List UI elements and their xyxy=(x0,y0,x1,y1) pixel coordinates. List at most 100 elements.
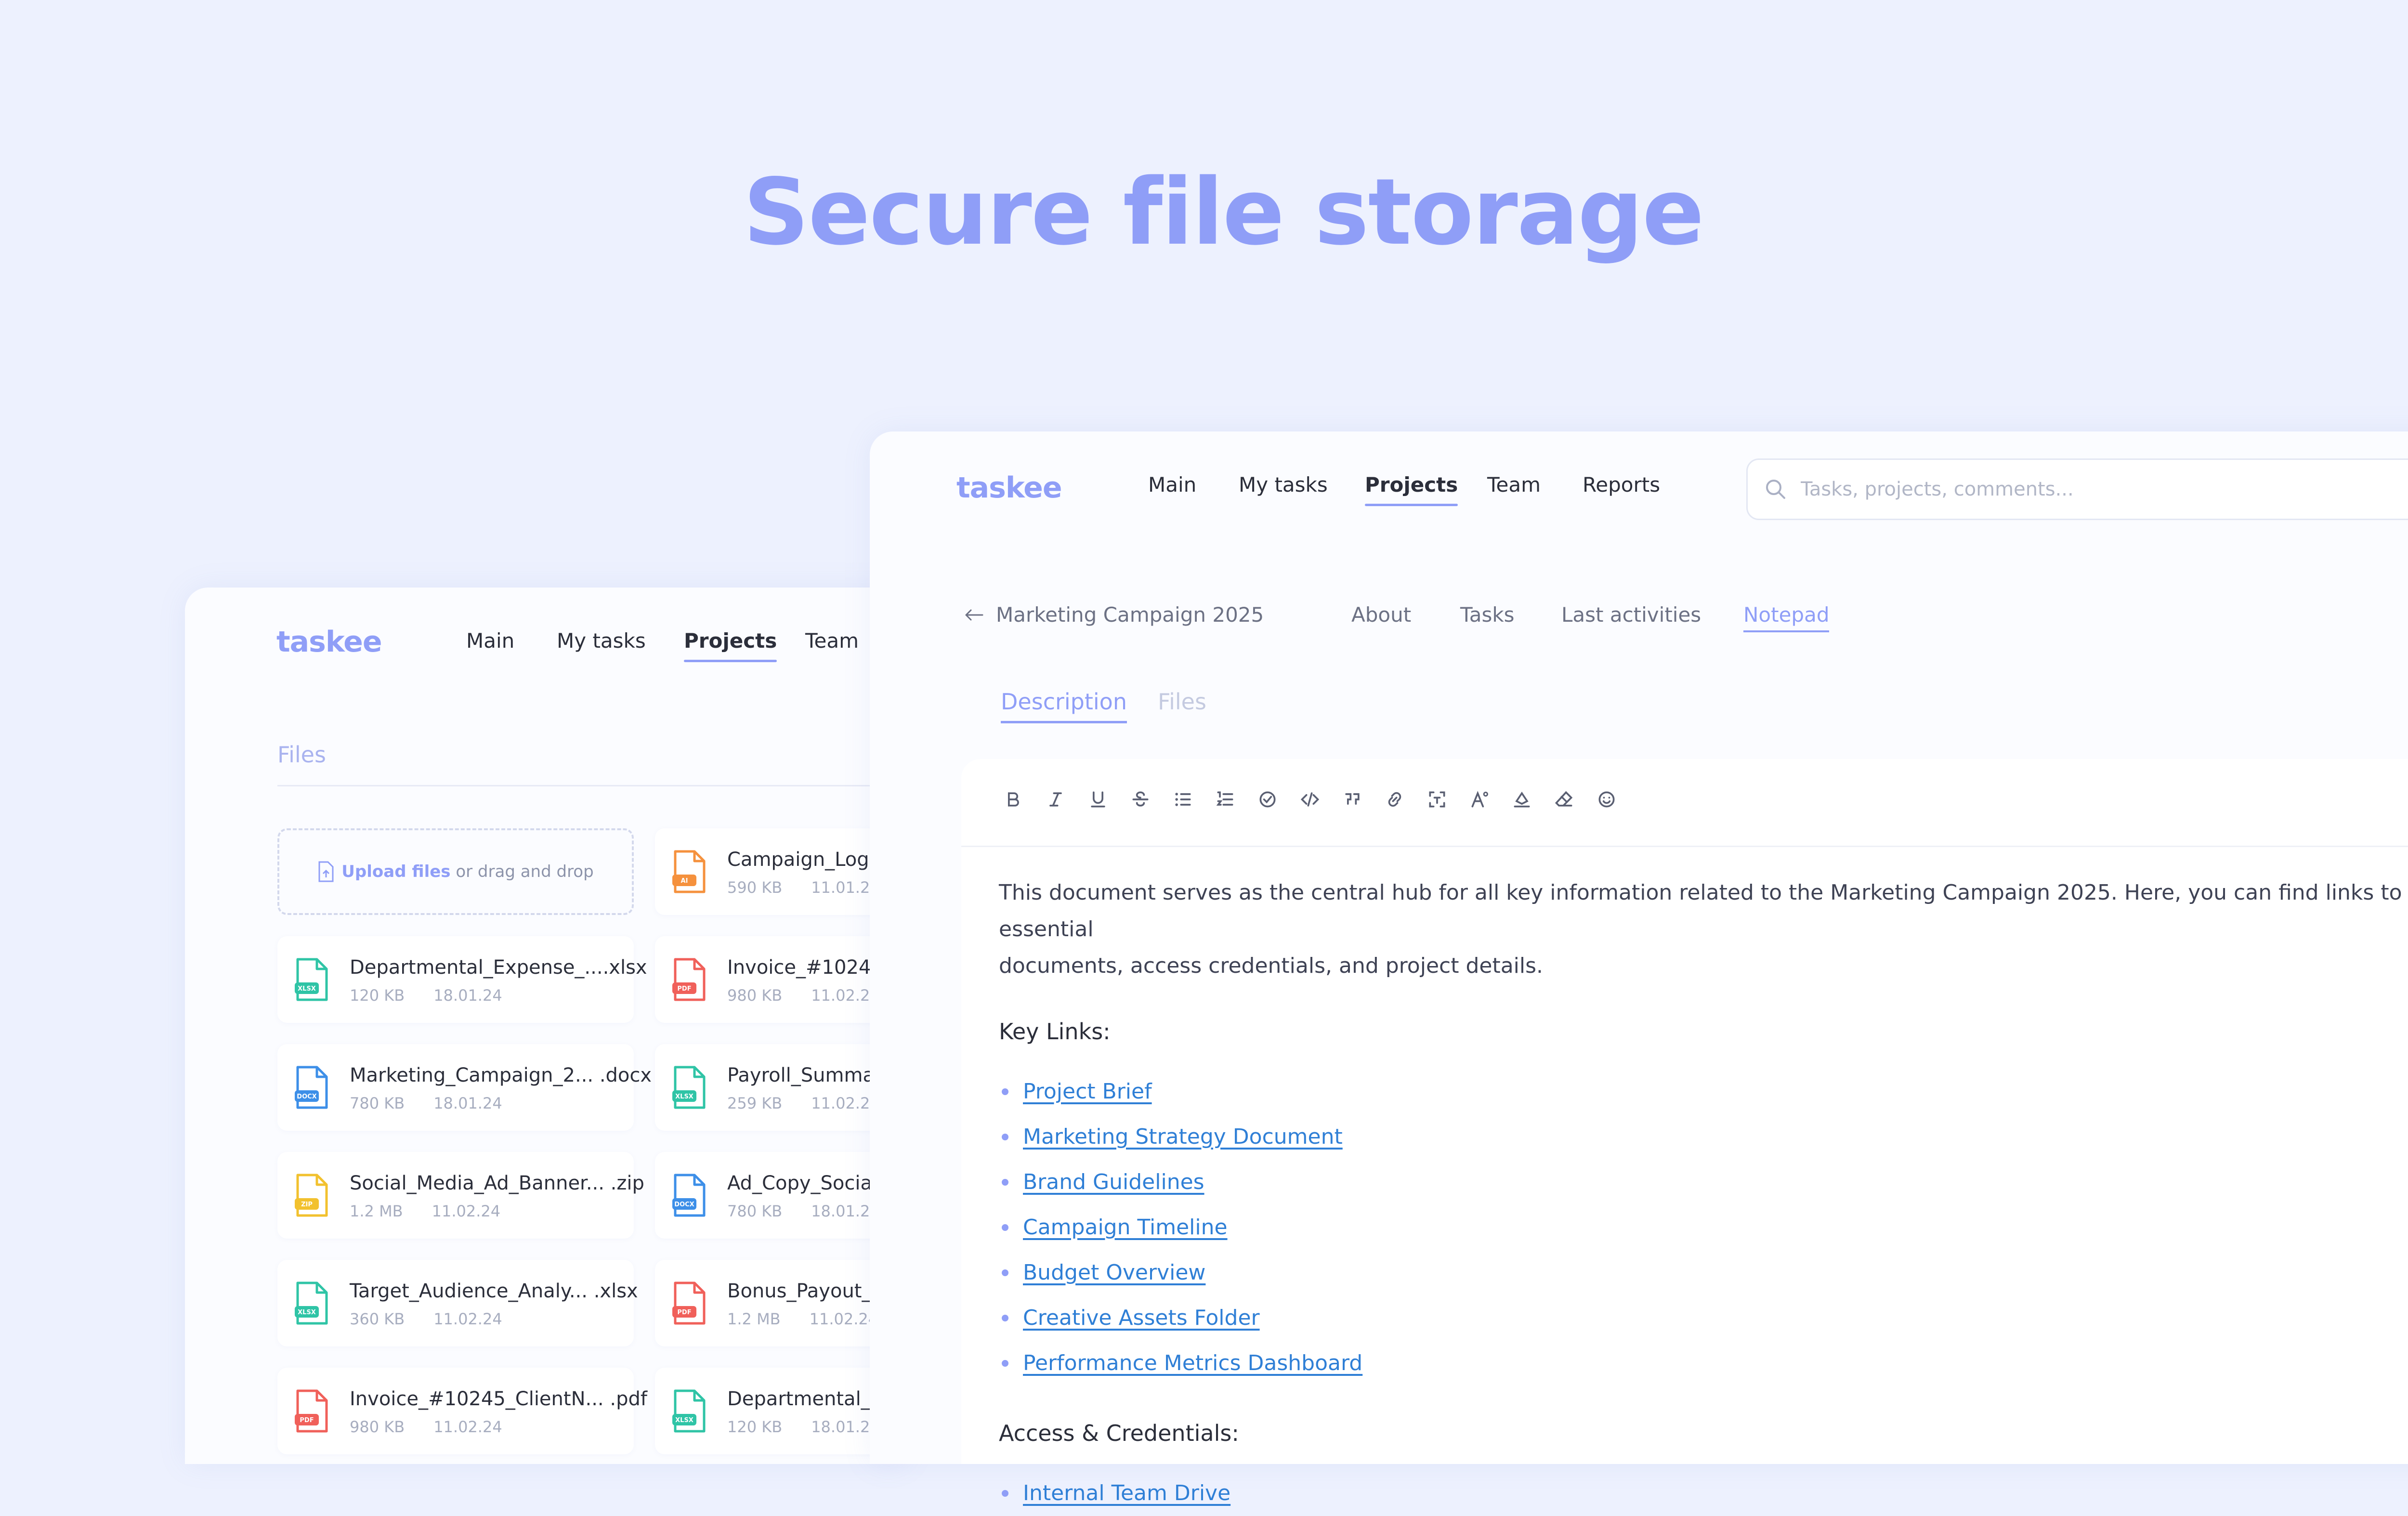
search-icon xyxy=(1766,480,1785,499)
svg-text:AI: AI xyxy=(681,877,688,885)
nav-projects[interactable]: Projects xyxy=(1365,473,1458,506)
file-size: 780 KB xyxy=(350,1094,405,1112)
svg-text:XLSX: XLSX xyxy=(675,1417,694,1424)
link-icon[interactable] xyxy=(1379,784,1410,815)
nav-my-tasks[interactable]: My tasks xyxy=(557,629,646,653)
tab-about[interactable]: About xyxy=(1351,603,1411,627)
file-date: 18.01.24 xyxy=(433,986,502,1005)
embed-icon[interactable] xyxy=(1422,784,1453,815)
svg-text:PDF: PDF xyxy=(300,1417,314,1424)
link-internal-team-drive[interactable]: Internal Team Drive xyxy=(1023,1481,1230,1505)
document-body[interactable]: This document serves as the central hub … xyxy=(999,875,2408,1516)
file-card[interactable]: XLSX Target_Audience_Analy... .xlsx 360 KB… xyxy=(277,1260,638,1346)
file-type-icon: XLSX xyxy=(672,1389,706,1433)
strikethrough-icon[interactable] xyxy=(1125,784,1156,815)
nav-team[interactable]: Team xyxy=(805,629,859,653)
file-name: Target_Audience_Analy... .xlsx xyxy=(350,1280,638,1302)
file-meta: 259 KB 11.02.24 xyxy=(727,1094,880,1112)
quote-icon[interactable] xyxy=(1337,784,1368,815)
file-meta: 360 KB 11.02.24 xyxy=(350,1310,502,1328)
arrow-left-icon[interactable] xyxy=(964,608,983,622)
subtab-description[interactable]: Description xyxy=(1001,689,1127,723)
breadcrumb[interactable]: Marketing Campaign 2025 xyxy=(964,603,1264,627)
intro-line-2: documents, access credentials, and proje… xyxy=(999,954,1544,978)
link-project-brief[interactable]: Project Brief xyxy=(1023,1079,1152,1104)
bullet-list-icon[interactable] xyxy=(1167,784,1198,815)
breadcrumb-project[interactable]: Marketing Campaign 2025 xyxy=(996,603,1264,627)
rich-text-editor[interactable]: This document serves as the central hub … xyxy=(961,759,2408,1505)
highlight-icon[interactable] xyxy=(1506,784,1537,815)
search-input[interactable] xyxy=(1800,478,2408,501)
app-logo[interactable]: taskee xyxy=(276,625,382,659)
tab-last-activities[interactable]: Last activities xyxy=(1561,603,1701,627)
file-name: Campaign_Logo_ xyxy=(727,849,891,871)
nav-team[interactable]: Team xyxy=(1487,473,1541,497)
app-logo[interactable]: taskee xyxy=(956,471,1062,505)
link-brand-guidelines[interactable]: Brand Guidelines xyxy=(1023,1170,1204,1194)
file-type-icon: AI xyxy=(672,850,706,893)
list-item: Project Brief xyxy=(999,1069,2408,1114)
intro-line-1: This document serves as the central hub … xyxy=(999,880,2402,941)
code-icon[interactable] xyxy=(1295,784,1325,815)
key-links-list: Project Brief Marketing Strategy Documen… xyxy=(999,1069,2408,1386)
bold-icon[interactable] xyxy=(998,784,1029,815)
nav-reports[interactable]: Reports xyxy=(1583,473,1660,497)
nav-projects[interactable]: Projects xyxy=(684,629,777,662)
file-date: 18.01.24 xyxy=(433,1094,502,1112)
file-meta: 780 KB 18.01.24 xyxy=(727,1202,880,1220)
link-performance-dashboard[interactable]: Performance Metrics Dashboard xyxy=(1023,1351,1362,1375)
file-meta: 590 KB 11.01.24 xyxy=(727,878,880,897)
file-size: 980 KB xyxy=(727,986,783,1005)
underline-icon[interactable] xyxy=(1083,784,1113,815)
file-date: 11.02.24 xyxy=(433,1310,502,1328)
link-creative-assets[interactable]: Creative Assets Folder xyxy=(1023,1306,1260,1330)
file-type-icon: ZIP xyxy=(295,1174,328,1217)
link-budget-overview[interactable]: Budget Overview xyxy=(1023,1260,1205,1285)
svg-text:DOCX: DOCX xyxy=(297,1093,316,1100)
file-size: 360 KB xyxy=(350,1310,405,1328)
file-meta: 980 KB 11.02.24 xyxy=(350,1418,502,1436)
file-type-icon: XLSX xyxy=(295,1281,328,1325)
italic-icon[interactable] xyxy=(1040,784,1071,815)
file-size: 780 KB xyxy=(727,1202,783,1220)
checklist-icon[interactable] xyxy=(1252,784,1283,815)
file-type-icon: DOCX xyxy=(672,1174,706,1217)
file-name: Ad_Copy_Social_ xyxy=(727,1172,888,1194)
list-item: Budget Overview xyxy=(999,1250,2408,1295)
text-style-icon[interactable] xyxy=(1464,784,1495,815)
link-campaign-timeline[interactable]: Campaign Timeline xyxy=(1023,1215,1228,1240)
list-item: Performance Metrics Dashboard xyxy=(999,1341,2408,1386)
numbered-list-icon[interactable] xyxy=(1210,784,1241,815)
file-card[interactable]: PDF Invoice_#10245_ClientN... .pdf 980 KB 1… xyxy=(277,1368,647,1454)
list-item: Internal Team Drive xyxy=(999,1471,2408,1516)
file-card[interactable]: XLSX Departmental_Expense_....xlsx 120 KB 1… xyxy=(277,936,647,1023)
key-links-heading: Key Links: xyxy=(999,1019,1111,1045)
file-name: Payroll_Summary xyxy=(727,1064,894,1086)
file-type-icon: XLSX xyxy=(672,1066,706,1109)
file-card[interactable]: ZIP Social_Media_Ad_Banner... .zip 1.2 MB 1… xyxy=(277,1152,644,1239)
svg-text:XLSX: XLSX xyxy=(298,985,316,993)
file-size: 1.2 MB xyxy=(350,1202,403,1220)
nav-main[interactable]: Main xyxy=(466,629,514,653)
emoji-icon[interactable] xyxy=(1591,784,1622,815)
svg-text:XLSX: XLSX xyxy=(298,1309,316,1316)
file-date: 11.02.24 xyxy=(809,1310,878,1328)
tab-tasks[interactable]: Tasks xyxy=(1460,603,1515,627)
subtab-files[interactable]: Files xyxy=(1158,689,1206,715)
nav-my-tasks[interactable]: My tasks xyxy=(1239,473,1328,497)
search-box[interactable] xyxy=(1746,458,2408,520)
eraser-icon[interactable] xyxy=(1549,784,1580,815)
file-type-icon: PDF xyxy=(295,1389,328,1433)
nav-main[interactable]: Main xyxy=(1148,473,1196,497)
tab-notepad[interactable]: Notepad xyxy=(1743,603,1830,632)
upload-files-link[interactable]: Upload files xyxy=(341,862,450,881)
list-item: Campaign Timeline xyxy=(999,1205,2408,1250)
upload-dropzone[interactable]: Upload files or drag and drop xyxy=(277,828,634,915)
files-app-window: taskee Main My tasks Projects Team Files… xyxy=(185,588,1011,1464)
file-meta: 120 KB 18.01.24 xyxy=(727,1418,880,1436)
file-type-icon: XLSX xyxy=(295,958,328,1001)
upload-file-icon xyxy=(318,861,334,882)
file-date: 11.02.24 xyxy=(433,1418,502,1436)
link-marketing-strategy[interactable]: Marketing Strategy Document xyxy=(1023,1124,1343,1149)
file-card[interactable]: DOCX Marketing_Campaign_2... .docx 780 KB 1… xyxy=(277,1044,652,1131)
